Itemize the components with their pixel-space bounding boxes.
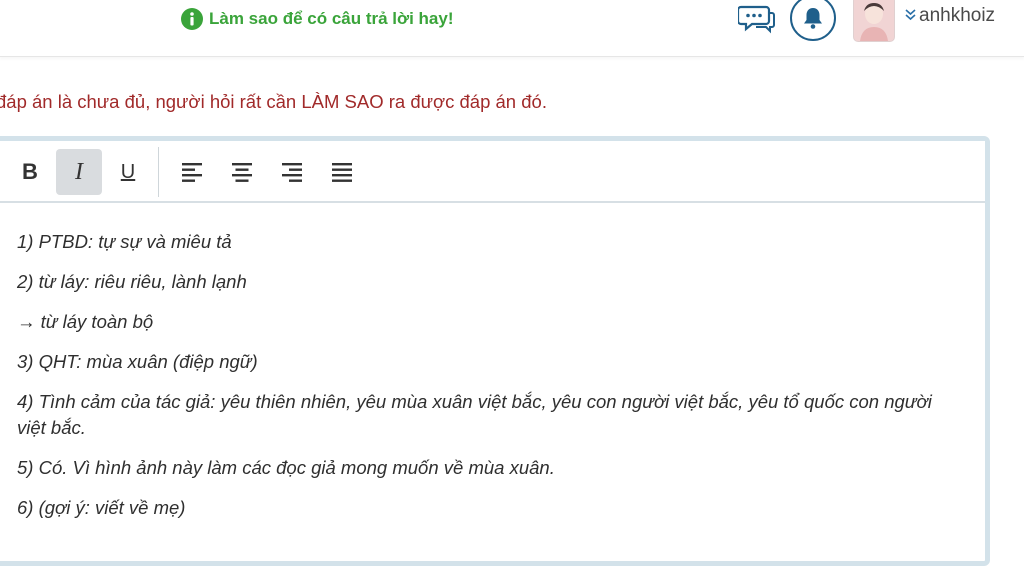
answer-editor[interactable]: B I U 1) PTBD: tự sự và miêu tả 2) từ lá… <box>0 136 990 566</box>
user-menu[interactable]: anhkhoiz <box>905 2 995 30</box>
align-center-button[interactable] <box>219 149 265 195</box>
username-label: anhkhoiz <box>919 5 996 26</box>
notifications-button[interactable] <box>790 0 836 41</box>
align-justify-icon <box>332 163 352 182</box>
answer-line: 3) QHT: mùa xuân (điệp ngữ) <box>17 351 258 372</box>
answer-line: 5) Có. Vì hình ảnh này làm các đọc giả m… <box>17 457 555 478</box>
answer-line: 4) Tình cảm của tác giả: yêu thiên nhiên… <box>17 391 932 438</box>
answer-line: 6) (gợi ý: viết về mẹ) <box>17 497 186 518</box>
answer-guidance-notice: đáp án là chưa đủ, người hỏi rất cần LÀM… <box>0 91 547 112</box>
bold-button[interactable]: B <box>7 149 53 195</box>
chevron-double-down-icon <box>905 9 916 23</box>
top-bar: Làm sao để có câu trả lời hay! anhkhoiz <box>0 0 1024 57</box>
answer-line: 1) PTBD: tự sự và miêu tả <box>17 231 232 252</box>
chat-icon[interactable] <box>737 3 777 35</box>
info-icon <box>181 8 203 30</box>
italic-button[interactable]: I <box>56 149 102 195</box>
bell-icon <box>804 8 822 29</box>
how-to-answer-link[interactable]: Làm sao để có câu trả lời hay! <box>181 4 454 34</box>
align-left-icon <box>182 163 202 182</box>
toolbar-divider <box>158 147 159 197</box>
align-left-button[interactable] <box>169 149 215 195</box>
align-right-button[interactable] <box>269 149 315 195</box>
align-center-icon <box>232 163 252 182</box>
answer-line: 2) từ láy: riêu riêu, lành lạnh <box>17 271 247 292</box>
align-right-icon <box>282 163 302 182</box>
align-justify-button[interactable] <box>319 149 365 195</box>
avatar[interactable] <box>853 0 895 42</box>
editor-content[interactable]: 1) PTBD: tự sự và miêu tả 2) từ láy: riê… <box>17 229 957 535</box>
underline-button[interactable]: U <box>105 149 151 195</box>
how-to-answer-label: Làm sao để có câu trả lời hay! <box>209 9 454 28</box>
editor-toolbar: B I U <box>0 141 985 203</box>
answer-line: → từ láy toàn bộ <box>17 311 154 332</box>
